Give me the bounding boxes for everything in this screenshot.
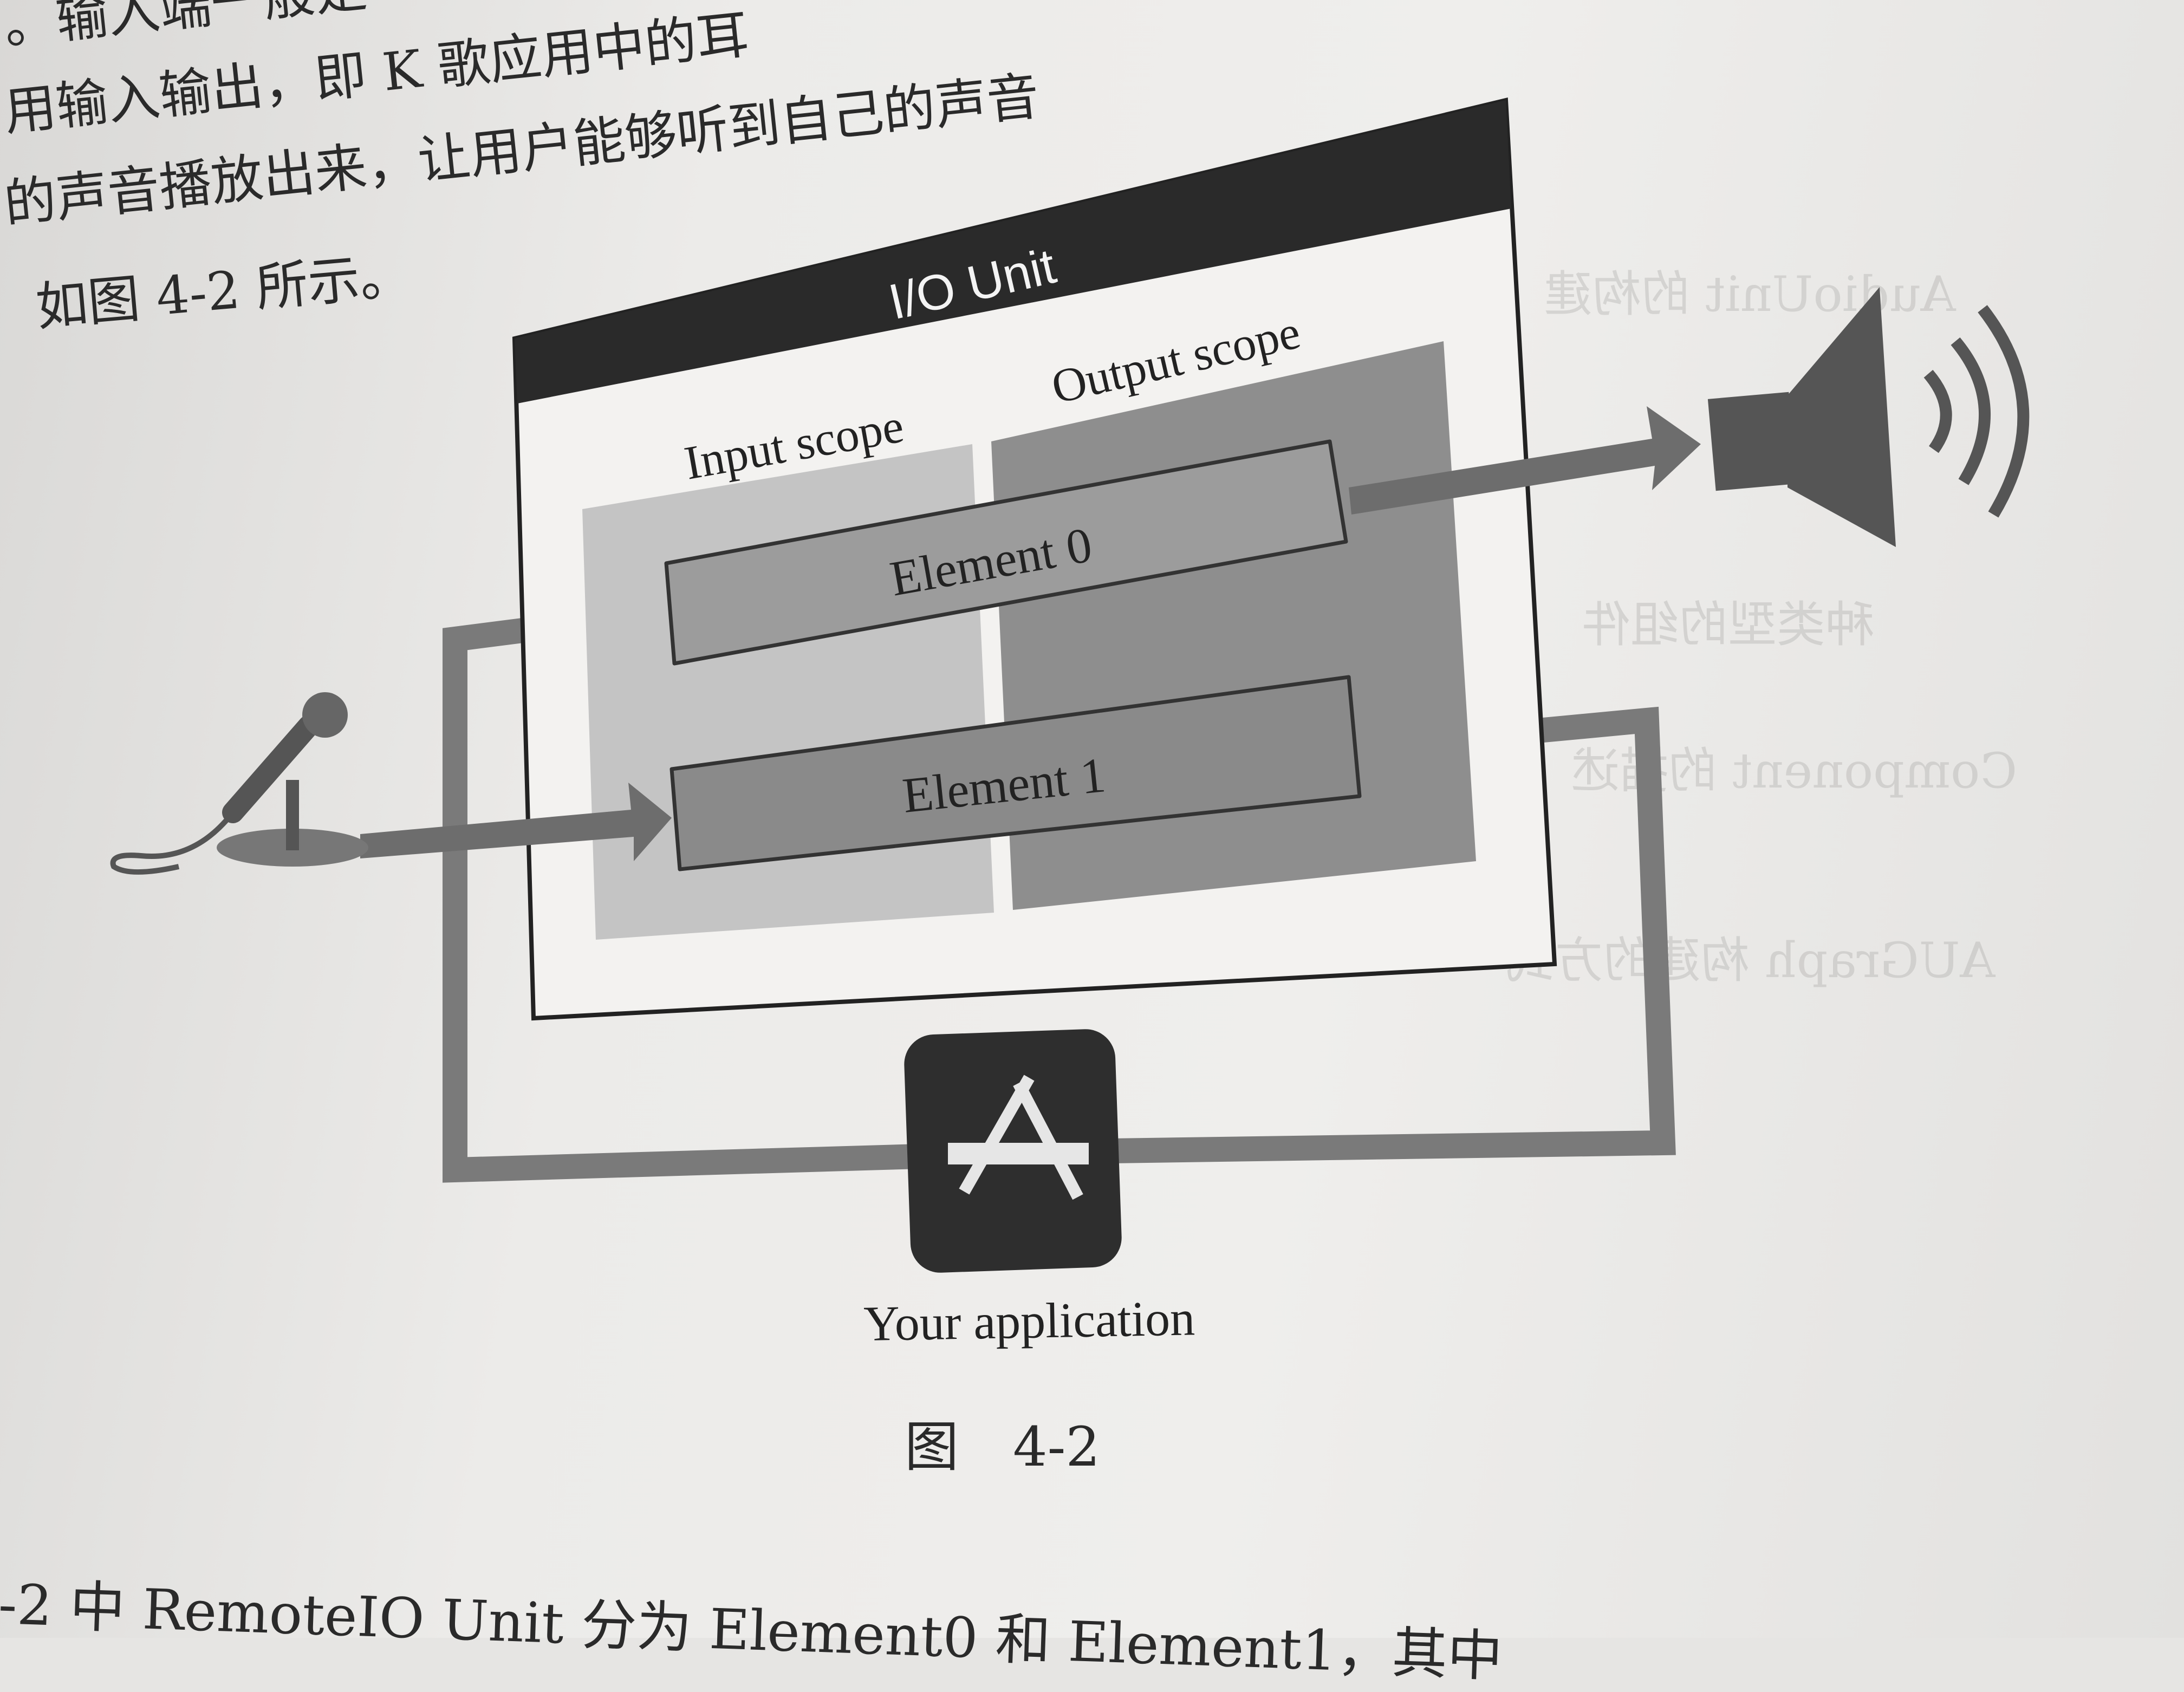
app-label: Your application [863, 1290, 1195, 1351]
microphone-icon [110, 692, 368, 875]
io-unit-diagram: I/O Unit Input scope Output scope Elemen… [110, 97, 2030, 1351]
sound-waves-icon [1923, 305, 2030, 518]
app-store-icon [904, 1029, 1122, 1273]
figure-caption: 图 4-2 [905, 1415, 1101, 1479]
speaker-icon [1707, 287, 1896, 547]
